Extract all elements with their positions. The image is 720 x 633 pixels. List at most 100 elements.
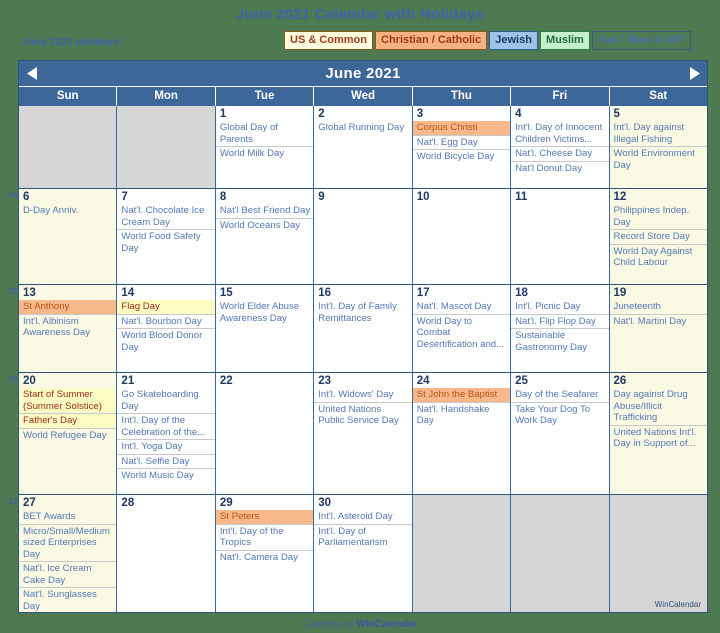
event-item[interactable]: Micro/Small/Medium sized Enterprises Day [19,523,117,562]
event-item[interactable]: Int'l. Albinism Awareness Day [19,313,117,340]
event-item[interactable]: United Nations Public Service Day [314,401,412,428]
day-cell[interactable]: 4 Int'l. Day of Innocent Children Victims… [511,106,610,188]
event-item[interactable]: Nat'l. Sunglasses Day [19,587,117,612]
event-item[interactable]: World Blood Donor Day [117,328,215,354]
day-cell[interactable]: 23 Int'l. Widows' Day United Nations Publi… [314,373,413,494]
day-cell[interactable]: 16 Int'l. Day of Family Remittances [314,285,413,372]
legend-button-muslim[interactable]: Muslim [539,31,590,50]
event-item[interactable]: Go Skateboarding Day [117,388,214,413]
footer: Courtesy of WinCalendar [0,619,720,630]
day-cell[interactable]: 8 Nat'l Best Friend Day World Oceans Day [215,189,315,284]
event-item[interactable]: D-Day Anniv. [19,204,116,218]
event-item[interactable]: Nat'l Donut Day [511,160,609,176]
legend-button-jewish[interactable]: Jewish [489,31,538,50]
day-cell[interactable]: 20 Start of Summer (Summer Solstice) Fathe… [19,373,118,494]
event-item[interactable]: Philippines Indep. Day [610,204,707,229]
right-triangle-icon[interactable] [681,67,707,80]
day-cell[interactable]: 12 Philippines Indep. Day Record Store Day… [609,189,707,284]
event-item[interactable]: World Food Safety Day [117,229,215,255]
event-item[interactable]: Father's Day [19,413,117,428]
event-item[interactable]: World Oceans Day [215,217,314,233]
day-cell[interactable]: 6 D-Day Anniv. [19,189,118,284]
event-item[interactable]: Int'l. Day of the Tropics [215,523,314,550]
event-item[interactable]: Day against Drug Abuse/Illicit Trafficki… [610,388,707,425]
event-item[interactable]: Start of Summer (Summer Solstice) [19,388,117,413]
legend-button-fun-misc-intl[interactable]: Fun / Misc & Int'l [591,31,691,50]
event-item[interactable]: Int'l. Yoga Day [117,439,215,454]
event-item[interactable]: Global Running Day [314,121,411,135]
day-cell[interactable]: 22 [215,373,315,494]
event-item[interactable]: World Day to Combat Desertification and.… [412,313,511,352]
day-cell[interactable]: 2 Global Running Day [314,106,413,188]
legend-button-christian-catholic[interactable]: Christian / Catholic [375,31,488,50]
event-item[interactable]: Nat'l Best Friend Day [216,204,313,218]
day-cell[interactable]: 30 Int'l. Asteroid Day Int'l. Day of Parli… [314,495,413,612]
event-item[interactable]: Nat'l. Chocolate Ice Cream Day [117,204,214,229]
day-cell[interactable]: 3 Corpus Christi Nat'l. Egg Day World Bicyc… [412,106,512,188]
event-item[interactable]: Record Store Day [609,229,707,244]
event-item[interactable]: Int'l. Widows' Day [314,388,411,402]
day-cell[interactable]: 21 Go Skateboarding Day Int'l. Day of the … [117,373,216,494]
event-item[interactable]: Global Day of Parents [216,121,313,146]
day-cell[interactable]: 10 [412,189,512,284]
week-number: 26 [8,374,18,384]
event-item[interactable]: Nat'l. Selfie Day [117,453,215,469]
event-item[interactable]: Nat'l. Handshake Day [412,401,511,428]
dow-mon: Mon [117,87,216,106]
day-cell[interactable]: 14 Flag Day Nat'l. Bourbon Day World Blood … [117,285,216,372]
day-cell[interactable]: 5 Int'l. Day against Illegal Fishing World… [609,106,707,188]
legend-button-us-common[interactable]: US & Common [284,31,373,50]
event-item[interactable]: World Environment Day [609,146,707,172]
event-item[interactable]: BET Awards [19,510,116,524]
footer-brand-link[interactable]: WinCalendar [356,619,417,630]
event-item[interactable]: Nat'l. Ice Cream Cake Day [19,561,117,587]
event-item[interactable]: Corpus Christi [412,121,511,135]
event-item[interactable]: Juneteenth [610,300,707,314]
day-cell[interactable]: 25 Day of the Seafarer Take Your Dog To Wo… [511,373,610,494]
event-item[interactable]: St Anthony [19,300,117,314]
day-cell[interactable]: 11 [511,189,610,284]
event-item[interactable]: Nat'l. Cheese Day [511,146,609,161]
event-item[interactable]: World Day Against Child Labour [609,243,707,270]
day-cell[interactable]: 9 [314,189,413,284]
event-item[interactable]: Int'l. Day against Illegal Fishing [610,121,707,146]
day-cell[interactable]: 1 Global Day of Parents World Milk Day [215,106,315,188]
event-item[interactable]: Int'l. Day of Family Remittances [314,300,411,325]
day-cell[interactable]: 26 Day against Drug Abuse/Illicit Traffic… [609,373,707,494]
event-item[interactable]: World Music Day [117,468,215,483]
event-item[interactable]: Flag Day [117,300,215,314]
event-item[interactable]: Int'l. Picnic Day [511,300,608,314]
event-item[interactable]: Nat'l. Camera Day [215,549,314,565]
day-cell[interactable]: 17 Nat'l. Mascot Day World Day to Combat D… [412,285,512,372]
event-item[interactable]: Day of the Seafarer [511,388,608,402]
event-item[interactable]: United Nations Int'l. Day in Support of.… [609,424,707,451]
event-item[interactable]: St Peters [215,510,314,524]
day-cell[interactable]: 7 Nat'l. Chocolate Ice Cream Day World Foo… [117,189,216,284]
day-number: 6 [23,191,30,203]
event-item[interactable]: Nat'l. Mascot Day [413,300,510,314]
event-item[interactable]: Take Your Dog To Work Day [511,401,609,428]
event-item[interactable]: World Milk Day [215,146,314,161]
day-cell[interactable]: 29 St Peters Int'l. Day of the Tropics Nat'… [215,495,315,612]
day-cell[interactable]: 13 St Anthony Int'l. Albinism Awareness Da… [19,285,118,372]
event-item[interactable]: Int'l. Day of Innocent Children Victims.… [511,121,608,146]
day-cell[interactable]: 19 Juneteenth Nat'l. Martini Day [609,285,707,372]
left-triangle-icon[interactable] [19,67,45,80]
event-item[interactable]: World Refugee Day [19,427,117,443]
event-item[interactable]: Sustainable Gastronomy Day [511,328,609,354]
day-cell[interactable]: 15 World Elder Abuse Awareness Day [215,285,315,372]
event-item[interactable]: Int'l. Asteroid Day [314,510,411,524]
event-item[interactable]: Nat'l. Martini Day [609,313,707,329]
event-item[interactable]: Int'l. Day of the Celebration of the... [117,413,215,439]
day-cell[interactable]: 27 BET Awards Micro/Small/Medium sized Ent… [19,495,118,612]
event-item[interactable]: Nat'l. Flip Flop Day [511,313,609,329]
event-item[interactable]: Nat'l. Egg Day [412,134,511,150]
day-cell[interactable]: 24 St John the Baptist Nat'l. Handshake Da… [412,373,512,494]
event-item[interactable]: Nat'l. Bourbon Day [117,313,215,329]
event-item[interactable]: St John the Baptist [412,388,511,402]
day-cell[interactable]: 28 [117,495,216,612]
event-item[interactable]: Int'l. Day of Parliamentarism [314,523,412,550]
day-cell[interactable]: 18 Int'l. Picnic Day Nat'l. Flip Flop Day S… [511,285,610,372]
event-item[interactable]: World Elder Abuse Awareness Day [216,300,313,325]
event-item[interactable]: World Bicycle Day [412,149,511,164]
